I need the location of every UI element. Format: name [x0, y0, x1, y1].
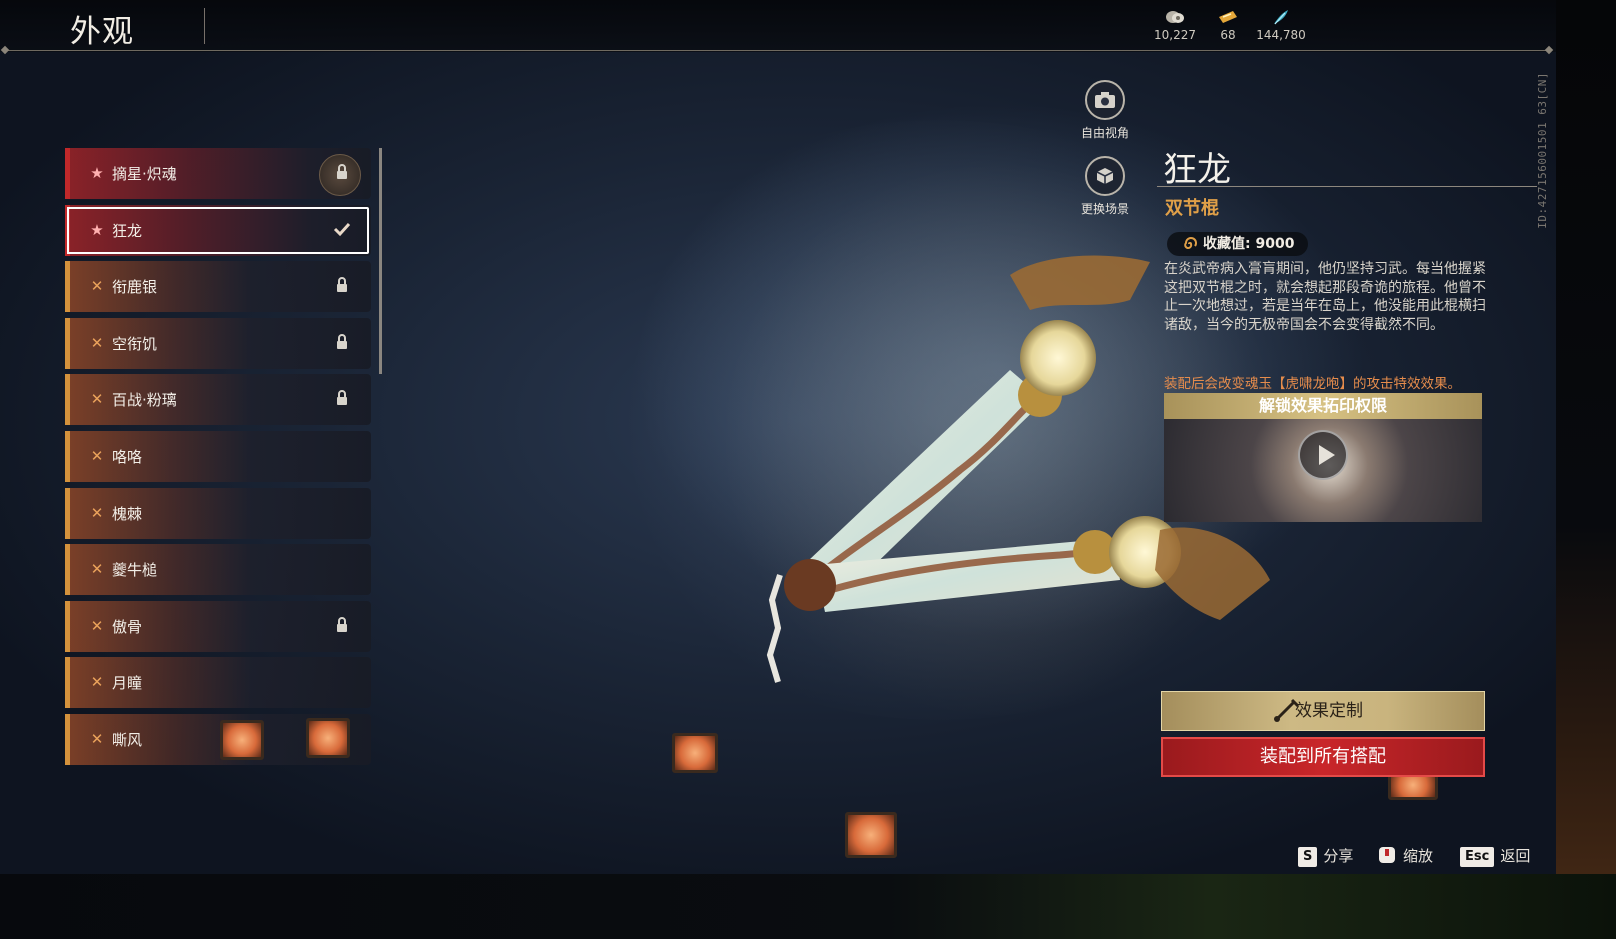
lantern-decoration — [306, 717, 350, 758]
equip-effect-note: 装配后会改变魂玉【虎啸龙咆】的攻击特效效果。 — [1164, 376, 1461, 392]
lantern-decoration — [220, 719, 264, 760]
crossed-weapons-icon: ✕ — [90, 560, 104, 579]
item-name: 空衔饥 — [112, 334, 158, 353]
list-item[interactable]: ★ 摘星·炽魂 — [65, 148, 371, 199]
star-icon: ★ — [90, 164, 104, 182]
crossed-weapons-icon: ✕ — [90, 333, 104, 352]
currency-feathers: 144,780 — [1246, 8, 1316, 42]
preview-video[interactable] — [1164, 419, 1482, 522]
equip-all-label: 装配到所有搭配 — [1260, 746, 1386, 767]
list-item[interactable]: ✕ 槐棘 — [65, 487, 371, 539]
change-scene-label: 更换场景 — [1080, 202, 1129, 216]
currency-coins-value: 10,227 — [1154, 28, 1196, 42]
item-name: 槐棘 — [112, 504, 143, 523]
list-item[interactable]: ✕ 空衔饥 — [65, 317, 371, 369]
ticket-icon — [1219, 11, 1237, 23]
item-name: 傲骨 — [112, 617, 143, 636]
item-name: 夔牛槌 — [112, 561, 158, 580]
free-view-button[interactable]: 自由视角 — [1060, 80, 1150, 141]
key-s: S — [1298, 847, 1318, 867]
lock-icon — [337, 277, 347, 293]
coin-icon — [1166, 11, 1184, 23]
cube-icon — [1096, 168, 1114, 184]
title-underline — [1157, 186, 1537, 187]
zoom-hint[interactable]: 缩放 — [1377, 845, 1433, 866]
item-name: 嘶风 — [112, 730, 143, 749]
unlock-title: 解锁效果拓印权限 — [1164, 393, 1482, 419]
list-scrollbar[interactable] — [379, 148, 382, 374]
play-icon[interactable] — [1298, 430, 1348, 480]
item-name: 衔鹿银 — [112, 278, 158, 297]
change-scene-button[interactable]: 更换场景 — [1060, 156, 1150, 217]
list-item[interactable]: ✕ 月瞳 — [65, 657, 371, 709]
top-bar: 外观 10,227 68 144,780 — [0, 0, 1556, 52]
lock-icon — [337, 390, 347, 406]
crossed-weapons-icon: ✕ — [90, 277, 104, 296]
spiral-icon — [1184, 237, 1197, 250]
list-item-selected[interactable]: ★ 狂龙 — [65, 204, 371, 256]
list-item[interactable]: ✕ 嘶风 — [65, 713, 371, 765]
list-item[interactable]: ✕ 百战·粉璃 — [65, 374, 371, 426]
key-esc: Esc — [1460, 847, 1495, 867]
star-icon: ★ — [90, 220, 104, 239]
feather-icon — [1274, 10, 1288, 25]
item-name: 月瞳 — [112, 674, 143, 693]
page-title: 外观 — [70, 14, 134, 50]
equip-all-button[interactable]: 装配到所有搭配 — [1161, 737, 1485, 777]
back-hint[interactable]: Esc 返回 — [1460, 845, 1530, 867]
sea-lantern — [845, 812, 897, 858]
crossed-weapons-icon: ✕ — [90, 390, 104, 409]
check-icon — [333, 222, 351, 236]
currency-tickets-value: 68 — [1220, 28, 1236, 42]
lock-icon — [337, 616, 347, 632]
unlock-preview[interactable]: 解锁效果拓印权限 — [1164, 393, 1482, 522]
player-id: ID:427156001501 63[CN] — [1536, 72, 1549, 229]
appearance-list[interactable]: ★ 摘星·炽魂 ★ 狂龙 ✕ 衔鹿银 ✕ 空衔饥 ✕ 百战·粉璃 ✕ 咯咯 ✕ … — [65, 148, 371, 775]
lock-icon — [337, 333, 347, 349]
crossed-weapons-icon: ✕ — [90, 616, 104, 635]
item-description: 在炎武帝病入膏肓期间，他仍坚持习武。每当他握紧这把双节棍之时，就会想起那段奇诡的… — [1164, 261, 1486, 333]
free-view-label: 自由视角 — [1080, 126, 1129, 140]
item-title: 狂龙 — [1163, 150, 1231, 190]
crossed-weapons-icon: ✕ — [90, 673, 104, 692]
sea-lantern — [672, 733, 718, 773]
right-edge-backdrop — [1556, 0, 1616, 874]
share-label: 分享 — [1323, 847, 1354, 865]
item-type: 双节棍 — [1165, 198, 1219, 219]
list-item[interactable]: ✕ 衔鹿银 — [65, 261, 371, 313]
mouse-icon — [1379, 847, 1395, 863]
bottom-ground — [0, 874, 1616, 939]
title-divider — [204, 8, 205, 44]
list-item[interactable]: ✕ 傲骨 — [65, 600, 371, 652]
collect-badge: 收藏值: 9000 — [1167, 232, 1309, 256]
customize-effect-button[interactable]: 效果定制 — [1161, 691, 1485, 731]
header-divider — [6, 50, 1551, 51]
item-name: 百战·粉璃 — [112, 391, 177, 410]
list-item[interactable]: ✕ 咯咯 — [65, 430, 371, 482]
list-item[interactable]: ✕ 夔牛槌 — [65, 544, 371, 596]
crossed-weapons-icon: ✕ — [90, 503, 104, 522]
zoom-label: 缩放 — [1403, 847, 1434, 865]
back-label: 返回 — [1500, 847, 1531, 865]
currency-feathers-value: 144,780 — [1256, 28, 1306, 42]
item-name: 狂龙 — [112, 221, 143, 240]
lock-icon — [337, 164, 347, 179]
crossed-weapons-icon: ✕ — [90, 729, 104, 748]
item-name: 摘星·炽魂 — [112, 165, 177, 183]
camera-icon — [1095, 92, 1115, 108]
item-name: 咯咯 — [112, 447, 143, 466]
collect-value: 收藏值: 9000 — [1203, 236, 1295, 252]
brush-icon — [1274, 698, 1300, 722]
share-hint[interactable]: S 分享 — [1298, 845, 1353, 867]
crossed-weapons-icon: ✕ — [90, 446, 104, 465]
